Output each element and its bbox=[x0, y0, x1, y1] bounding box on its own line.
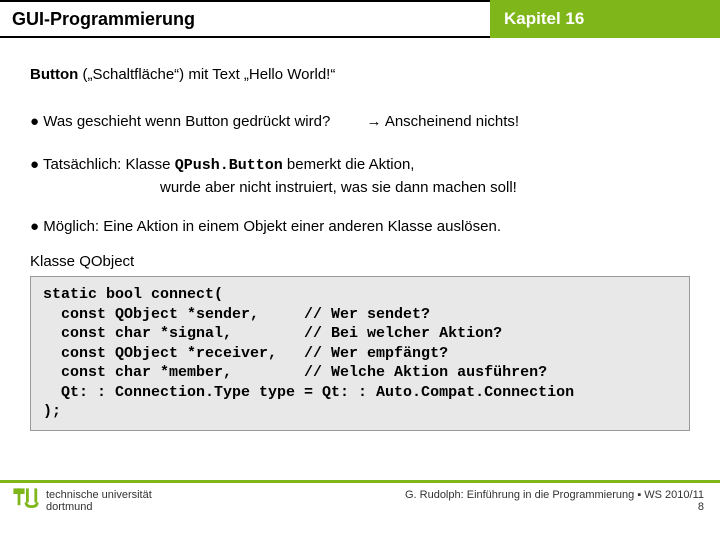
bullet-2-row: ● Tatsächlich: Klasse QPush.Button bemer… bbox=[30, 156, 690, 174]
klasse-label: Klasse QObject bbox=[30, 253, 690, 270]
slide-header: GUI-Programmierung Kapitel 16 bbox=[0, 0, 720, 38]
tu-logo-icon bbox=[12, 487, 40, 515]
header-right: Kapitel 16 bbox=[490, 0, 720, 38]
credit-line: G. Rudolph: Einführung in die Programmie… bbox=[405, 489, 704, 501]
university-name: technische universität dortmund bbox=[46, 489, 152, 513]
bullet-2b: bemerkt die Aktion, bbox=[283, 156, 415, 173]
slide-body: Button („Schaltfläche“) mit Text „Hello … bbox=[0, 38, 720, 431]
bullet-1-row: ● Was geschieht wenn Button gedrückt wir… bbox=[30, 113, 690, 130]
bullet-1: ● Was geschieht wenn Button gedrückt wir… bbox=[30, 113, 330, 130]
bullet-3: ● Möglich: Eine Aktion in einem Objekt e… bbox=[30, 218, 690, 235]
uni-line2: dortmund bbox=[46, 501, 152, 513]
bullet-2c: wurde aber nicht instruiert, was sie dan… bbox=[30, 179, 690, 196]
university-logo: technische universität dortmund bbox=[12, 487, 152, 515]
footer-inner: technische universität dortmund G. Rudol… bbox=[0, 483, 720, 515]
title-rest: („Schaltfläche“) mit Text „Hello World!“ bbox=[78, 66, 335, 83]
uni-line1: technische universität bbox=[46, 489, 152, 501]
bullet-2-code: QPush.Button bbox=[175, 157, 283, 174]
header-left: GUI-Programmierung bbox=[0, 0, 490, 38]
page-number: 8 bbox=[405, 501, 704, 513]
slide-footer: technische universität dortmund G. Rudol… bbox=[0, 480, 720, 540]
title-line: Button („Schaltfläche“) mit Text „Hello … bbox=[30, 66, 690, 83]
credit-block: G. Rudolph: Einführung in die Programmie… bbox=[405, 489, 704, 513]
bullet-1-answer: → Anscheinend nichts! bbox=[367, 113, 520, 130]
title-strong: Button bbox=[30, 66, 78, 83]
code-block: static bool connect( const QObject *send… bbox=[30, 276, 690, 431]
bullet-2a: ● Tatsächlich: Klasse bbox=[30, 156, 175, 173]
